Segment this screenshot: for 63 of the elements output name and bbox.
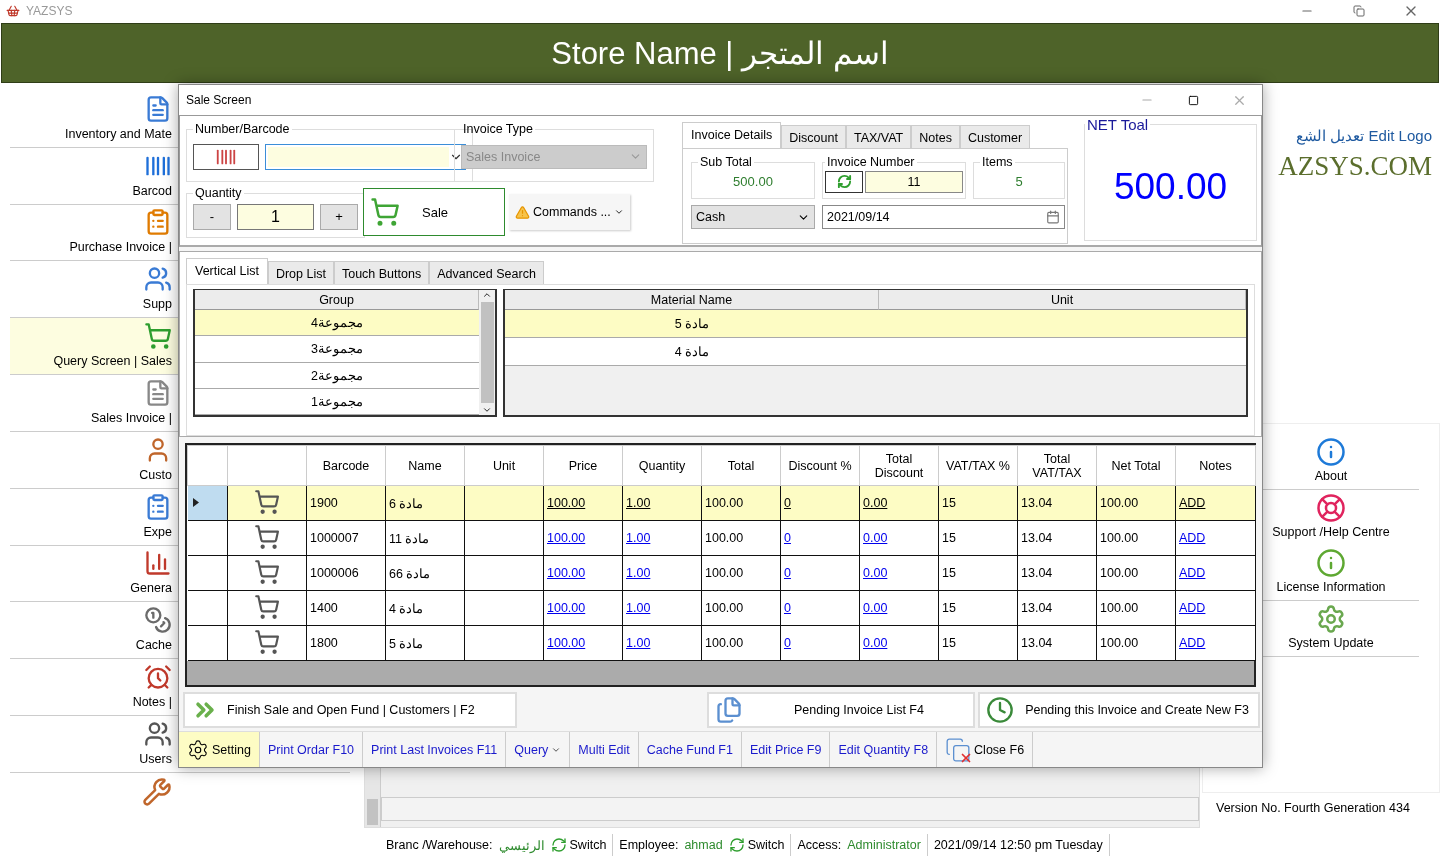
column-header: Notes [1175, 445, 1256, 486]
table-cell: مادة 5 [385, 625, 465, 661]
quantity-group: Quantity - 1 + [186, 186, 365, 238]
table-cell: 1800 [306, 625, 386, 661]
table-cell: 13.04 [1017, 485, 1097, 521]
table-cell: 13.04 [1017, 520, 1097, 556]
table-cell: 100.00 [701, 520, 781, 556]
column-header: Name [385, 445, 465, 486]
status-value: الرئيسي [498, 837, 545, 853]
table-cell: 15 [938, 485, 1018, 521]
table-cell: 100.00 [1096, 555, 1176, 591]
table-cell: 100.00 [701, 590, 781, 626]
table-cell: مادة 66 [385, 555, 465, 591]
header-cell: Group [195, 290, 479, 310]
status-label: Employee: [619, 838, 679, 852]
table-cell: 15 [938, 625, 1018, 661]
table-cell: 100.00 [1096, 485, 1176, 521]
column-header: Barcode [306, 445, 386, 486]
table-cell: 15 [938, 555, 1018, 591]
invoice-number-group: Invoice Number 11 [822, 155, 966, 199]
version-text: Version No. Fourth Generation 434 [1215, 800, 1411, 815]
table-cell: 1900 [306, 485, 386, 521]
column-header: Discount % [780, 445, 860, 486]
table-cell: 1000006 [306, 555, 386, 591]
table-cell: مادة 11 [385, 520, 465, 556]
column-header: Total [701, 445, 781, 486]
status-label: Access: [797, 838, 842, 852]
header-cell: Unit [879, 290, 1246, 310]
column-header: Net Total [1096, 445, 1176, 486]
table-cell: 100.00 [701, 485, 781, 521]
status-datetime: 2021/09/14 12:50 pm Tuesday [933, 838, 1103, 852]
table-cell: 100.00 [701, 555, 781, 591]
store-name: Store Name | اسم المتجر [551, 34, 889, 72]
status-value: Administrator [847, 838, 921, 852]
column-header: Unit [464, 445, 544, 486]
table-cell: 15 [938, 590, 1018, 626]
table-cell: 13.04 [1017, 625, 1097, 661]
table-cell: 1400 [306, 590, 386, 626]
net-total-box: NET Toal 500.00 [1084, 116, 1257, 241]
table-cell: مادة 6 [385, 485, 465, 521]
column-header: VAT/TAX % [938, 445, 1018, 486]
column-header: Total Discount [859, 445, 939, 486]
logo: AZSYS.COM [1278, 151, 1432, 182]
column-header: Quantity [622, 445, 702, 486]
status-value: ahmad [684, 838, 723, 852]
table-cell: 13.04 [1017, 590, 1097, 626]
invoice-type-group: Invoice Type Sales Invoice [454, 122, 654, 182]
column-header: Total VAT/TAX [1017, 445, 1097, 486]
dialog-title: Sale Screen [186, 93, 253, 107]
window-title: YAZSYS [26, 4, 74, 18]
table-cell: مادة 4 [385, 590, 465, 626]
column-header: Price [543, 445, 623, 486]
table-cell: 1000007 [306, 520, 386, 556]
status-label: Branc /Warehouse: [386, 838, 493, 852]
table-cell: 15 [938, 520, 1018, 556]
table-cell: 100.00 [1096, 590, 1176, 626]
header-cell: Material Name [505, 290, 879, 310]
table-cell: 13.04 [1017, 555, 1097, 591]
table-cell: 100.00 [1096, 625, 1176, 661]
sub-total-group: Sub Total 500.00 [691, 155, 815, 199]
items-group: Items 5 [973, 155, 1065, 199]
table-cell: 100.00 [1096, 520, 1176, 556]
table-cell: 100.00 [701, 625, 781, 661]
